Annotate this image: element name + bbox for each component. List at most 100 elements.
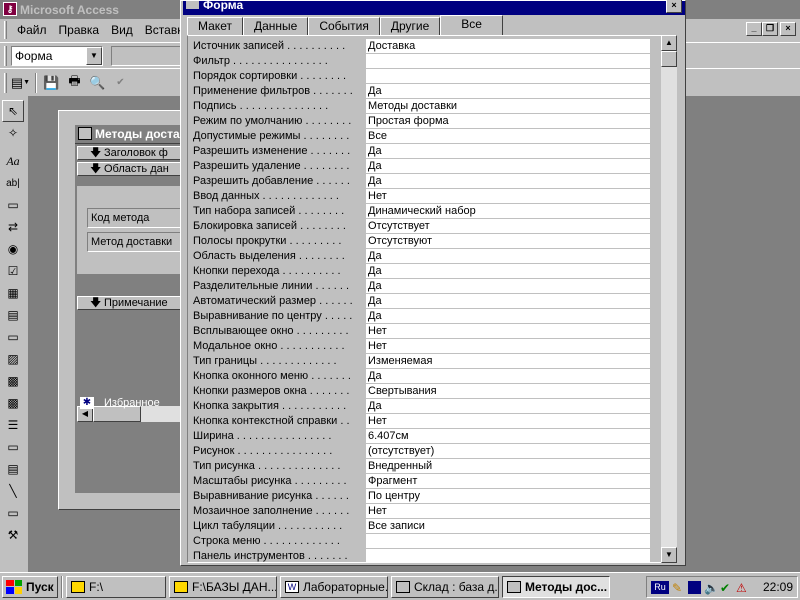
property-row[interactable]: Масштабы рисунка . . . . . . . . . Фрагме…	[188, 474, 664, 489]
speaker-icon[interactable]: 🔈	[704, 581, 719, 595]
monitor-icon[interactable]	[688, 580, 701, 594]
save-button[interactable]: 💾	[40, 72, 63, 94]
clock[interactable]: 22:09	[763, 580, 793, 594]
language-indicator[interactable]: Ru	[651, 580, 669, 594]
spelling-button[interactable]: ✔	[109, 72, 132, 94]
font-combo[interactable]	[111, 45, 191, 66]
property-value[interactable]: Отсутствуют	[366, 234, 650, 249]
property-value[interactable]: Да	[366, 174, 650, 189]
tab-other[interactable]: Другие	[379, 17, 441, 35]
property-row[interactable]: Ширина . . . . . . . . . . . . . . . . 6.…	[188, 429, 664, 444]
property-sheet-close-button[interactable]: ×	[666, 0, 682, 13]
taskbar-button-warehouse-db[interactable]: Склад : база д...	[391, 575, 499, 598]
detail-area[interactable]: Код метода Метод доставки	[77, 186, 187, 274]
property-row[interactable]: Разрешить добавление . . . . . . Да	[188, 174, 664, 189]
checkmark-icon[interactable]: ✔	[720, 581, 733, 595]
view-button[interactable]: ▤ ▼	[9, 72, 32, 94]
tab-events[interactable]: События	[308, 17, 380, 35]
property-row[interactable]: Мозаичное заполнение . . . . . . Нет	[188, 504, 664, 519]
taskbar-button-databases[interactable]: F:\БАЗЫ ДАН...	[169, 575, 277, 598]
property-row[interactable]: Цикл табуляции . . . . . . . . . . . Все …	[188, 519, 664, 534]
property-value[interactable]: Да	[366, 309, 650, 324]
object-combo[interactable]: Форма ▼	[11, 45, 103, 66]
bound-object-tool[interactable]: ▩	[2, 392, 24, 414]
chevron-down-icon[interactable]: ▼	[86, 46, 102, 65]
property-row[interactable]: Кнопки размеров окна . . . . . . . Сверты…	[188, 384, 664, 399]
command-button-tool[interactable]: ▭	[2, 326, 24, 348]
mdi-restore-button[interactable]: ❐	[762, 22, 778, 36]
tab-all[interactable]: Все	[440, 15, 503, 35]
tab-data[interactable]: Данные	[242, 17, 309, 35]
mdi-minimize-button[interactable]: _	[746, 22, 762, 36]
taskbar-button-lab-doc[interactable]: W Лабораторные...	[280, 575, 388, 598]
field-code-method[interactable]: Код метода	[87, 208, 187, 228]
tab-control-tool[interactable]: ▭	[2, 436, 24, 458]
combobox-tool[interactable]: ▦	[2, 282, 24, 304]
select-objects-tool[interactable]: ⇖	[2, 100, 24, 122]
property-value[interactable]	[366, 534, 650, 549]
more-controls-tool[interactable]: ⚒	[2, 524, 24, 546]
property-row[interactable]: Разделительные линии . . . . . . Да	[188, 279, 664, 294]
property-value[interactable]: 6.407см	[366, 429, 650, 444]
property-row[interactable]: Подпись . . . . . . . . . . . . . . . Мет…	[188, 99, 664, 114]
property-value[interactable]: Да	[366, 249, 650, 264]
property-value[interactable]: Свертывания	[366, 384, 650, 399]
toolbar-grip[interactable]	[4, 45, 7, 66]
property-value[interactable]: Да	[366, 84, 650, 99]
textbox-tool[interactable]: ab|	[2, 172, 24, 194]
property-value[interactable]: Все	[366, 129, 650, 144]
property-value[interactable]: Нет	[366, 189, 650, 204]
menu-file[interactable]: Файл	[11, 23, 53, 37]
property-row[interactable]: Кнопка оконного меню . . . . . . . Да	[188, 369, 664, 384]
property-row[interactable]: Автоматический размер . . . . . . Да	[188, 294, 664, 309]
property-value[interactable]: Методы доставки	[366, 99, 650, 114]
property-row[interactable]: Применение фильтров . . . . . . . Да	[188, 84, 664, 99]
page-break-tool[interactable]: ☰	[2, 414, 24, 436]
property-value[interactable]: Да	[366, 294, 650, 309]
property-value[interactable]: Да	[366, 399, 650, 414]
property-row[interactable]: Тип набора записей . . . . . . . . Динами…	[188, 204, 664, 219]
detail-section-bar[interactable]: 🡇 Область дан	[77, 162, 187, 176]
start-button[interactable]: Пуск	[2, 575, 58, 598]
checkbox-tool[interactable]: ☑	[2, 260, 24, 282]
property-row[interactable]: Панель инструментов . . . . . . .	[188, 549, 664, 564]
property-row[interactable]: Разрешить удаление . . . . . . . . Да	[188, 159, 664, 174]
property-value[interactable]: Нет	[366, 504, 650, 519]
property-value[interactable]: Отсутствует	[366, 219, 650, 234]
property-row[interactable]: Разрешить изменение . . . . . . . Да	[188, 144, 664, 159]
property-value[interactable]: Простая форма	[366, 114, 650, 129]
property-row[interactable]: Выравнивание рисунка . . . . . . По центр…	[188, 489, 664, 504]
property-row[interactable]: Допустимые режимы . . . . . . . . Все	[188, 129, 664, 144]
field-delivery-method[interactable]: Метод доставки	[87, 232, 187, 252]
property-row[interactable]: Область выделения . . . . . . . . Да	[188, 249, 664, 264]
toolbar-grip-2[interactable]	[4, 72, 7, 93]
property-value[interactable]: Да	[366, 159, 650, 174]
print-button[interactable]: 🖶	[63, 72, 86, 94]
property-value[interactable]: Да	[366, 279, 650, 294]
scrollbar-thumb[interactable]	[661, 51, 677, 67]
rectangle-tool[interactable]: ▭	[2, 502, 24, 524]
form-header-bar[interactable]: 🡇 Заголовок ф	[77, 146, 187, 160]
property-value[interactable]: Доставка	[366, 39, 650, 54]
form-footer-bar[interactable]: 🡇 Примечание	[77, 296, 187, 310]
line-tool[interactable]: ╲	[2, 480, 24, 502]
property-value[interactable]: Внедренный	[366, 459, 650, 474]
property-row[interactable]: Блокировка записей . . . . . . . . Отсутс…	[188, 219, 664, 234]
property-row[interactable]: Выравнивание по центру . . . . . Да	[188, 309, 664, 324]
property-value[interactable]: (отсутствует)	[366, 444, 650, 459]
image-tool[interactable]: ▨	[2, 348, 24, 370]
menu-edit[interactable]: Правка	[53, 23, 106, 37]
property-row[interactable]: Кнопка контекстной справки . . Нет	[188, 414, 664, 429]
property-value[interactable]: Изменяемая	[366, 354, 650, 369]
taskbar-button-f-drive[interactable]: F:\	[66, 575, 166, 598]
property-row[interactable]: Тип рисунка . . . . . . . . . . . . . . В…	[188, 459, 664, 474]
property-row[interactable]: Источник записей . . . . . . . . . . Дост…	[188, 39, 664, 54]
subform-tool[interactable]: ▤	[2, 458, 24, 480]
property-row[interactable]: Фильтр . . . . . . . . . . . . . . . .	[188, 54, 664, 69]
toggle-button-tool[interactable]: ⇄	[2, 216, 24, 238]
control-wizards-tool[interactable]: ✧	[2, 122, 24, 144]
tab-layout[interactable]: Макет	[187, 17, 243, 35]
property-row[interactable]: Кнопка закрытия . . . . . . . . . . . Да	[188, 399, 664, 414]
property-value[interactable]: Да	[366, 369, 650, 384]
property-value[interactable]: Нет	[366, 324, 650, 339]
